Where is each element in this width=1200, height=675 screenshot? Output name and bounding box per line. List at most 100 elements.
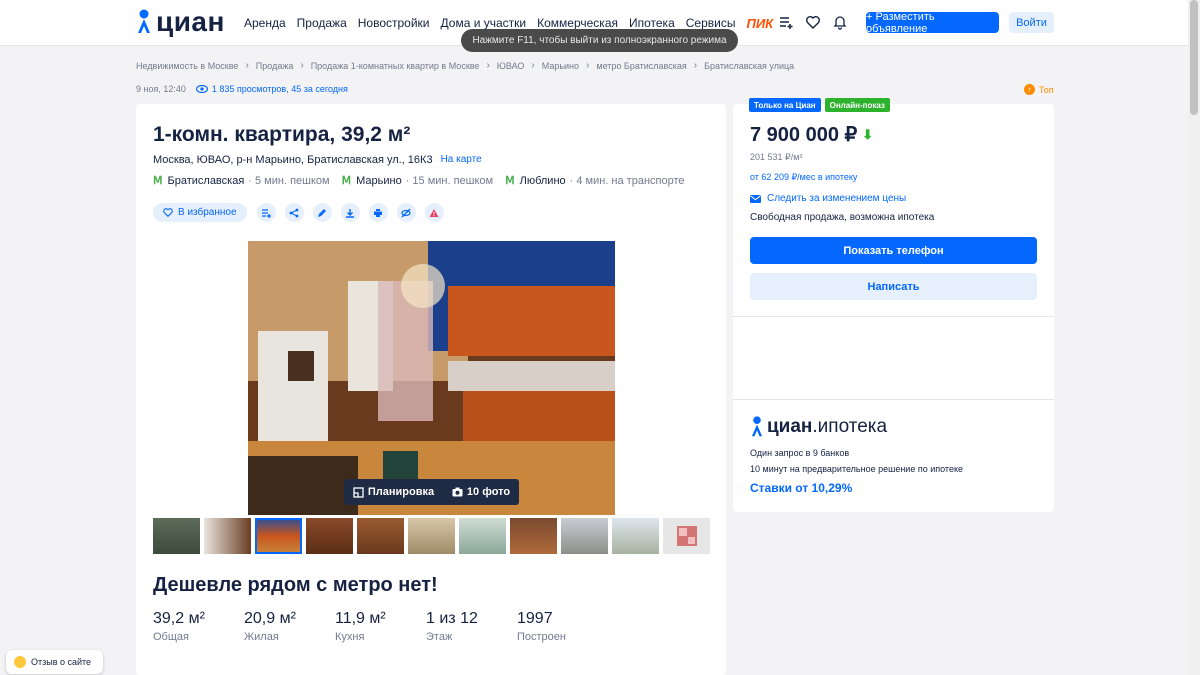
address-text[interactable]: Москва, ЮВАО, р-н Марьино, Братиславская… (153, 154, 433, 166)
mortgage-rate-link[interactable]: Ставки от 10,29% (750, 481, 852, 495)
breadcrumb-item[interactable]: ЮВАО (497, 61, 525, 71)
arrow-up-icon: ↑ (1024, 84, 1035, 95)
thumbnail[interactable] (357, 518, 404, 554)
mortgage-brand: циан.ипотека (767, 416, 887, 438)
fact-value: 20,9 м² (244, 610, 296, 627)
nav-rent[interactable]: Аренда (244, 16, 286, 31)
breadcrumb-item[interactable]: Марьино (542, 61, 579, 71)
fact-living-area: 20,9 м² Жилая (244, 610, 335, 643)
print-icon[interactable] (368, 203, 388, 222)
photo-count-button[interactable]: 10 фото (452, 486, 510, 498)
thumbnail[interactable] (663, 518, 710, 554)
thumbnail[interactable] (510, 518, 557, 554)
nav-sale[interactable]: Продажа (297, 16, 347, 31)
metro-station[interactable]: Ⅿ Братиславская · 5 мин. пешком (153, 174, 330, 188)
thumbnail[interactable] (459, 518, 506, 554)
thumbnail[interactable] (612, 518, 659, 554)
metro-name: Марьино (356, 174, 402, 187)
fact-value: 11,9 м² (335, 610, 386, 627)
thumbnail[interactable] (204, 518, 251, 554)
price-per-meter: 201 531 ₽/м² (750, 152, 803, 162)
metro-station[interactable]: Ⅿ Люблино · 4 мин. на транспорте (505, 174, 685, 188)
fact-label: Жилая (244, 631, 279, 643)
write-button[interactable]: Написать (750, 273, 1037, 300)
compare-icon[interactable] (778, 14, 796, 32)
on-map-link[interactable]: На карте (441, 154, 482, 166)
share-icon[interactable] (284, 203, 304, 222)
scrollbar[interactable] (1188, 0, 1200, 675)
photo-count-label: 10 фото (466, 486, 511, 498)
metro-distance: · 5 мин. пешком (248, 174, 330, 187)
photo-controls: Планировка 10 фото (344, 479, 519, 505)
breadcrumb-item[interactable]: Братиславская улица (704, 61, 794, 71)
scrollbar-thumb[interactable] (1190, 0, 1198, 115)
follow-price-link[interactable]: Следить за изменением цены (750, 193, 906, 204)
mortgage-brand-name: циан (767, 416, 813, 437)
sale-type: Свободная продажа, возможна ипотека (750, 212, 935, 223)
follow-label: Следить за изменением цены (767, 193, 907, 204)
divider (733, 316, 1054, 317)
fact-value: 39,2 м² (153, 610, 205, 627)
fact-kitchen-area: 11,9 м² Кухня (335, 610, 426, 643)
metro-icon: Ⅿ (505, 175, 515, 187)
nav-newbuild[interactable]: Новостройки (358, 16, 430, 31)
thumbnail[interactable] (153, 518, 200, 554)
hide-icon[interactable] (396, 203, 416, 222)
bell-icon[interactable] (832, 14, 850, 32)
top-label: Топ (1039, 84, 1054, 95)
feedback-button[interactable]: Отзыв о сайте (6, 650, 103, 674)
compare-icon[interactable] (256, 203, 276, 222)
floorplan-button[interactable]: Планировка (353, 486, 434, 498)
fact-label: Кухня (335, 631, 365, 643)
report-icon[interactable] (424, 203, 444, 222)
listing-meta: 9 ноя, 12:40 1 835 просмотров, 45 за сег… (136, 84, 348, 94)
show-phone-button[interactable]: Показать телефон (750, 237, 1037, 264)
metro-station[interactable]: Ⅿ Марьино · 15 мин. пешком (341, 174, 494, 188)
breadcrumb-item[interactable]: метро Братиславская (596, 61, 686, 71)
cian-logo-icon (751, 416, 763, 437)
kitchen-photo-image (248, 241, 615, 515)
login-button[interactable]: Войти (1009, 12, 1054, 33)
metro-list: Ⅿ Братиславская · 5 мин. пешком Ⅿ Марьин… (153, 174, 697, 188)
badges: Только на Циан Онлайн-показ (749, 98, 890, 112)
thumbnail[interactable] (255, 518, 302, 554)
fact-label: Общая (153, 631, 189, 643)
views-link[interactable]: 1 835 просмотров, 45 за сегодня (195, 84, 348, 94)
breadcrumb-item[interactable]: Продажа 1-комнатных квартир в Москве (311, 61, 480, 71)
edit-icon[interactable] (312, 203, 332, 222)
breadcrumb-item[interactable]: Продажа (256, 61, 294, 71)
logo-text: циан (156, 6, 225, 37)
metro-distance: · 4 мин. на транспорте (569, 174, 685, 187)
place-ad-button[interactable]: + Разместить объявление (866, 11, 999, 35)
heart-icon[interactable] (805, 14, 823, 32)
thumbnail[interactable] (306, 518, 353, 554)
fact-label: Этаж (426, 631, 453, 643)
listing-actions: В избранное (153, 203, 453, 222)
top-badge[interactable]: ↑ Топ (1024, 84, 1054, 95)
mortgage-link[interactable]: от 62 209 ₽/мес в ипотеку (750, 172, 857, 183)
thumbnail[interactable] (561, 518, 608, 554)
price-down-icon[interactable]: ⬇ (862, 127, 873, 143)
camera-icon (452, 487, 463, 497)
cian-mortgage-logo[interactable]: циан.ипотека (750, 416, 887, 438)
listing-facts: 39,2 м² Общая 20,9 м² Жилая 11,9 м² Кухня 1… (153, 610, 608, 643)
fact-built-year: 1997 Построен (517, 610, 608, 643)
favorite-button[interactable]: В избранное (153, 203, 247, 222)
metro-icon: Ⅿ (153, 175, 163, 187)
metro-icon: Ⅿ (341, 175, 352, 187)
price-value: 7 900 000 ₽ (750, 124, 858, 146)
fullscreen-toast: Нажмите F11, чтобы выйти из полноэкранно… (461, 29, 738, 52)
address: Москва, ЮВАО, р-н Марьино, Братиславская… (153, 154, 482, 166)
thumbnail[interactable] (408, 518, 455, 554)
main-photo[interactable] (248, 241, 615, 515)
publish-date: 9 ноя, 12:40 (136, 84, 186, 94)
cian-logo[interactable]: циан (136, 6, 225, 38)
divider (733, 399, 1054, 400)
download-icon[interactable] (340, 203, 360, 222)
fact-value: 1997 (517, 610, 553, 627)
breadcrumb: Недвижимость в Москве › Продажа › Продажа … (136, 60, 795, 71)
heart-icon (163, 208, 173, 217)
breadcrumb-item[interactable]: Недвижимость в Москве (136, 61, 238, 71)
nav-pik[interactable]: ПИК (746, 16, 773, 31)
fact-total-area: 39,2 м² Общая (153, 610, 244, 643)
